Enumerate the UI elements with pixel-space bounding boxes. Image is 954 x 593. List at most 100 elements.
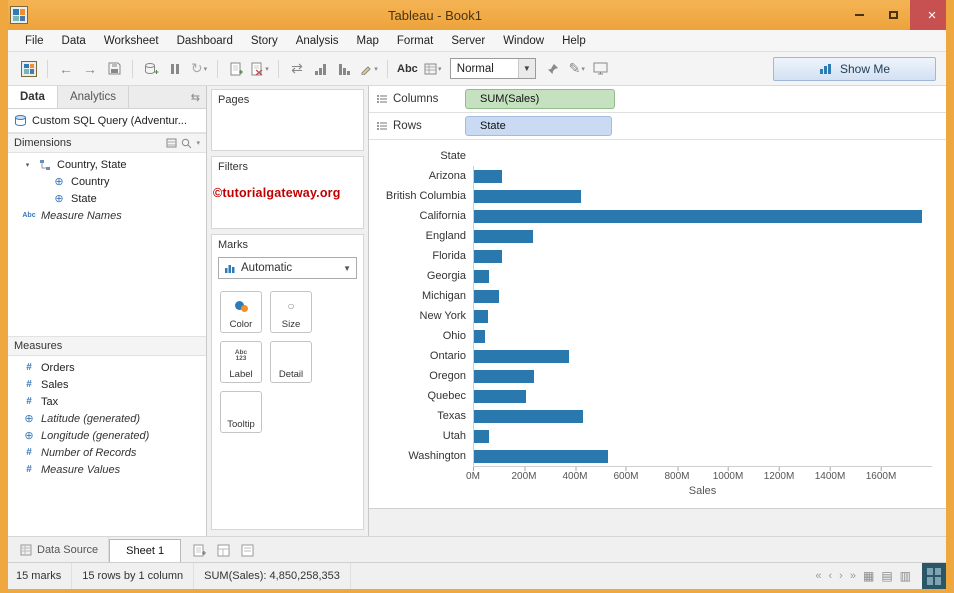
minimize-button[interactable] [842,0,876,30]
chart-bar-new-york[interactable] [474,310,488,323]
menu-data[interactable]: Data [53,32,95,50]
chart-row-label[interactable]: Florida [371,250,473,262]
chart-bar-texas[interactable] [474,410,583,423]
presentation-mode-button[interactable] [590,57,612,81]
last-page-icon[interactable]: » [848,570,858,582]
menu-help[interactable]: Help [553,32,595,50]
chart-row-label[interactable]: Texas [371,410,473,422]
previous-page-icon[interactable]: ‹ [827,570,835,582]
expander-icon[interactable]: ▾ [22,161,33,169]
chart-row-label[interactable]: Arizona [371,170,473,182]
field-measure-values[interactable]: #Measure Values [8,461,206,478]
maximize-button[interactable] [876,0,910,30]
show-tabs-icon[interactable]: ▦ [861,569,876,583]
menu-analysis[interactable]: Analysis [287,32,348,50]
save-button[interactable] [103,57,125,81]
menu-format[interactable]: Format [388,32,442,50]
tab-data[interactable]: Data [8,86,58,108]
tableau-logo-button[interactable] [18,57,40,81]
marks-tooltip-button[interactable]: Tooltip [220,391,262,433]
mark-type-select[interactable]: Automatic ▼ [218,257,357,279]
next-page-icon[interactable]: › [837,570,845,582]
marks-detail-button[interactable]: Detail [270,341,312,383]
tab-data-source[interactable]: Data Source [10,537,109,562]
fit-options-button[interactable]: ▾ [422,57,444,81]
datasource-item[interactable]: Custom SQL Query (Adventur... [8,109,206,133]
chart-bar-utah[interactable] [474,430,489,443]
sort-descending-button[interactable] [334,57,356,81]
field-orders[interactable]: #Orders [8,359,206,376]
new-worksheet-icon[interactable] [193,543,207,557]
chart-row-label[interactable]: Utah [371,430,473,442]
new-dashboard-icon[interactable] [217,543,231,557]
chart-bar-quebec[interactable] [474,390,526,403]
menu-worksheet[interactable]: Worksheet [95,32,168,50]
menu-window[interactable]: Window [494,32,553,50]
chart-row-label[interactable]: California [371,210,473,222]
close-button[interactable]: × [910,0,954,30]
chart-bar-ontario[interactable] [474,350,569,363]
show-list-icon[interactable]: ▥ [898,569,913,583]
chart-row-label[interactable]: New York [371,310,473,322]
field-sales[interactable]: #Sales [8,376,206,393]
add-datasource-button[interactable] [140,57,162,81]
new-story-icon[interactable] [241,543,255,557]
chart-bar-michigan[interactable] [474,290,499,303]
show-me-button[interactable]: Show Me [773,57,936,81]
chart-bar-california[interactable] [474,210,922,223]
refresh-button[interactable]: ↻▾ [188,57,210,81]
title-bar[interactable]: Tableau - Book1 × [0,0,954,30]
tab-sheet-1[interactable]: Sheet 1 [109,539,181,562]
search-icon[interactable] [181,138,192,149]
menu-story[interactable]: Story [242,32,287,50]
undo-button[interactable]: ← [55,57,77,81]
chart-bar-england[interactable] [474,230,533,243]
chart-row-label[interactable]: Quebec [371,390,473,402]
chart-row-label[interactable]: Georgia [371,270,473,282]
show-mark-labels-button[interactable]: Abc [395,57,420,81]
menu-server[interactable]: Server [442,32,494,50]
columns-pill-sum-sales[interactable]: SUM(Sales) [465,89,615,109]
resize-grip-icon[interactable] [922,563,946,590]
sort-fields-icon[interactable]: ▾ [196,139,200,147]
pages-shelf[interactable]: Pages [211,89,364,151]
tab-analytics[interactable]: Analytics [58,86,129,108]
chart-row-label[interactable]: Oregon [371,370,473,382]
highlight-button[interactable]: ▾ [358,57,380,81]
field-latitude-generated[interactable]: ⊕Latitude (generated) [8,410,206,427]
annotate-button[interactable]: ✎▾ [566,57,588,81]
chart-row-label[interactable]: England [371,230,473,242]
show-filmstrip-icon[interactable]: ▤ [879,569,894,583]
chart-bar-oregon[interactable] [474,370,534,383]
field-number-of-records[interactable]: #Number of Records [8,444,206,461]
marks-label-button[interactable]: Abc123Label [220,341,262,383]
menu-file[interactable]: File [16,32,53,50]
chart-bar-arizona[interactable] [474,170,502,183]
chart-row-label[interactable]: Ontario [371,350,473,362]
chart-bar-washington[interactable] [474,450,608,463]
view-options-icon[interactable] [166,138,177,148]
field-measure-names[interactable]: AbcMeasure Names [8,207,206,224]
sort-ascending-button[interactable] [310,57,332,81]
menu-map[interactable]: Map [348,32,388,50]
chart-bar-georgia[interactable] [474,270,489,283]
marks-color-button[interactable]: Color [220,291,262,333]
chart-row-label[interactable]: British Columbia [371,190,473,202]
first-page-icon[interactable]: « [813,570,823,582]
field-tax[interactable]: #Tax [8,393,206,410]
columns-shelf[interactable]: Columns SUM(Sales) [369,86,946,113]
new-worksheet-button[interactable] [225,57,247,81]
menu-dashboard[interactable]: Dashboard [168,32,242,50]
field-state[interactable]: ⊕State [8,190,206,207]
chart-row-label[interactable]: Washington [371,450,473,462]
field-country-state[interactable]: ▾Country, State [8,156,206,173]
chart-bar-florida[interactable] [474,250,502,263]
swap-axes-button[interactable]: ⇄ [286,57,308,81]
chart-bar-ohio[interactable] [474,330,485,343]
pane-swap-icon[interactable]: ⇆ [185,86,206,108]
fix-axes-button[interactable] [542,57,564,81]
rows-pill-state[interactable]: State [465,116,612,136]
view-fit-select[interactable]: Normal ▼ [450,58,536,79]
chart-bar-british-columbia[interactable] [474,190,581,203]
marks-size-button[interactable]: ○Size [270,291,312,333]
